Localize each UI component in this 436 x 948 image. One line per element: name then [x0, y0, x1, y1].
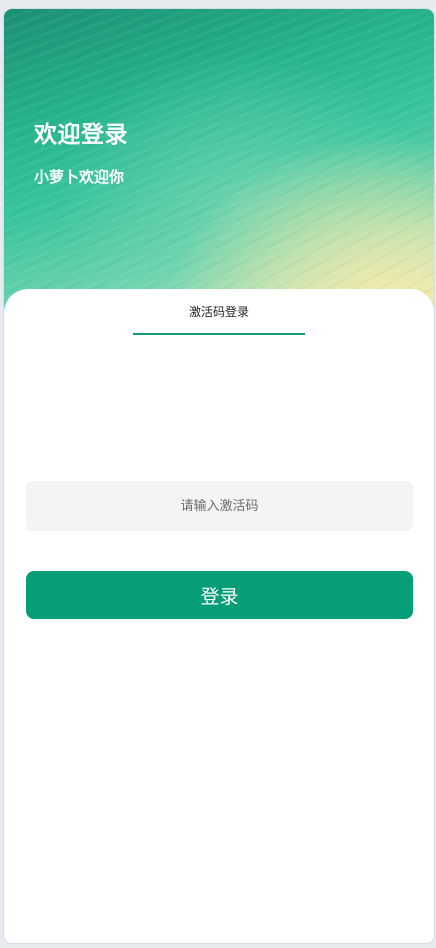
welcome-subtitle: 小萝卜欢迎你: [34, 168, 125, 186]
tab-label: 激活码登录: [188, 305, 249, 319]
app-window: 欢迎登录 小萝卜欢迎你 激活码登录 登录: [4, 9, 434, 943]
login-button[interactable]: 登录: [26, 571, 413, 619]
welcome-title: 欢迎登录: [34, 122, 128, 148]
login-card: 激活码登录 登录: [4, 289, 434, 943]
tab-activation-code-login[interactable]: 激活码登录: [133, 289, 305, 335]
hero-banner: 欢迎登录 小萝卜欢迎你: [4, 9, 434, 329]
active-tab-indicator: [133, 333, 305, 335]
activation-code-input[interactable]: [26, 481, 413, 531]
